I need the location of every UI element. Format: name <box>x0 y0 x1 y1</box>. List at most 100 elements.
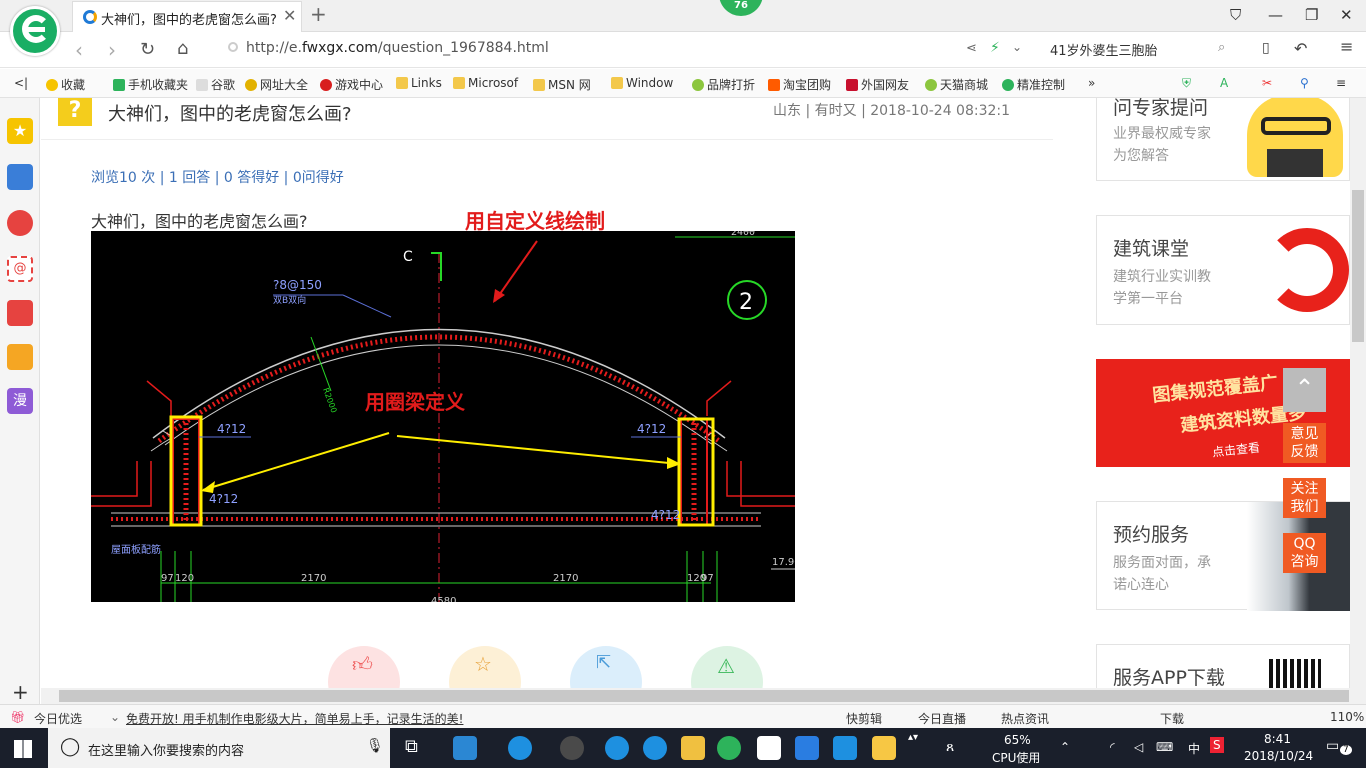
bookmark-item[interactable]: 外国网友 <box>846 76 909 93</box>
download-link[interactable]: 下载 <box>1160 710 1184 727</box>
close-tab-icon[interactable]: ✕ <box>283 6 296 25</box>
question-stats[interactable]: 浏览10 次 | 1 回答 | 0 答得好 | 0问得好 <box>91 167 344 187</box>
menu-icon[interactable]: ≡ <box>1336 76 1346 90</box>
scroll-thumb[interactable] <box>59 690 1349 702</box>
notification-badge[interactable]: 76 <box>719 0 763 16</box>
bookmark-item[interactable]: 品牌打折 <box>692 76 755 93</box>
url-field[interactable]: http://e.fwxgx.com/question_1967884.html <box>246 40 549 56</box>
taskbar-search[interactable]: ◯ 在这里输入你要搜索的内容 🎙︎ <box>48 728 390 768</box>
back-icon[interactable]: ‹ <box>75 38 83 62</box>
microphone-icon[interactable]: 🎙︎ <box>366 738 384 754</box>
menu-icon[interactable]: ≡ <box>1340 37 1353 56</box>
cad-drawing[interactable]: 2400 C 2 ?8@150 双B双向 R2000 4?12 4?12 4?1… <box>91 206 801 607</box>
flash-icon[interactable]: ⚡ <box>990 40 1000 56</box>
chevron-down-icon[interactable]: ⌄ <box>1012 40 1022 54</box>
hot-news-link[interactable]: 热点资讯 <box>1001 710 1049 727</box>
refresh-icon[interactable]: ↻ <box>140 39 155 60</box>
shirt-icon[interactable]: ⛉ <box>1230 6 1241 24</box>
bookmark-item[interactable]: Links <box>396 76 442 90</box>
tray-up-icon[interactable]: ⌃ <box>1060 740 1070 754</box>
translate-icon[interactable]: A <box>1220 76 1228 90</box>
task-view-icon[interactable]: ⧉ <box>405 736 429 760</box>
mail-icon[interactable]: @ <box>7 256 33 282</box>
bookmark-item[interactable]: 谷歌 <box>196 76 235 93</box>
bookmark-item[interactable]: 淘宝团购 <box>768 76 831 93</box>
restore-icon[interactable]: ❐ <box>1305 6 1318 24</box>
ime-indicator[interactable]: 中 <box>1188 740 1200 757</box>
volume-icon[interactable]: ◁ <box>1134 740 1143 754</box>
wifi-icon[interactable]: ◜ <box>1110 740 1115 754</box>
clock-date[interactable]: 2018/10/24 <box>1244 749 1313 763</box>
browser-logo[interactable] <box>10 6 60 56</box>
shield-icon[interactable]: ⛨ <box>1182 76 1191 91</box>
expert-card[interactable]: 问专家提问 业界最权威专家 为您解答 <box>1096 98 1350 181</box>
apps-icon[interactable] <box>7 164 33 190</box>
bookmark-item[interactable]: 手机收藏夹 <box>113 76 188 93</box>
feedback-button[interactable]: 意见 反馈 <box>1283 423 1326 463</box>
search-icon[interactable]: ⌕ <box>1218 40 1225 55</box>
keyboard-icon[interactable]: ⌨ <box>1156 740 1173 754</box>
zoom-level[interactable]: 110% <box>1330 710 1364 724</box>
browser-tab[interactable]: 大神们，图中的老虎窗怎么画? _ ✕ <box>72 1 302 32</box>
bookmark-item[interactable]: Window <box>611 76 673 90</box>
scissors-icon[interactable]: ✂ <box>1262 76 1272 90</box>
bookmark-item[interactable]: 网址大全 <box>245 76 308 93</box>
comic-icon[interactable]: 漫 <box>7 388 33 414</box>
sogou-icon[interactable]: S <box>1210 737 1224 753</box>
bookmark-item[interactable]: 精准控制 <box>1002 76 1065 93</box>
people-icon[interactable]: ጸ <box>946 739 954 755</box>
today-picks[interactable]: 今日优选 <box>34 710 82 727</box>
app-icon[interactable] <box>453 736 477 760</box>
quick-edit-link[interactable]: 快剪辑 <box>846 710 882 727</box>
new-tab-button[interactable]: + <box>310 2 327 26</box>
news-ticker[interactable]: 免费开放! 用手机制作电影级大片，简单易上手，记录生活的美! <box>126 710 463 727</box>
report-button[interactable]: ⚠ <box>691 646 763 688</box>
undo-icon[interactable]: ↶ <box>1294 39 1307 58</box>
phone-icon[interactable]: ▯ <box>1262 40 1270 56</box>
bookmark-item[interactable]: 天猫商城 <box>925 76 988 93</box>
edge-icon[interactable] <box>605 736 629 760</box>
follow-button[interactable]: 关注 我们 <box>1283 478 1326 518</box>
minimize-icon[interactable]: — <box>1268 6 1283 24</box>
favorite-button[interactable]: ☆ <box>449 646 521 688</box>
mail-icon[interactable] <box>757 736 781 760</box>
share-button[interactable]: ⇱ <box>570 646 642 688</box>
magnifier-icon[interactable]: ⚲ <box>1300 76 1309 90</box>
course-card[interactable]: 建筑课堂 建筑行业实训教 学第一平台 <box>1096 215 1350 325</box>
browser-360-icon[interactable] <box>717 736 741 760</box>
folder-icon[interactable] <box>681 736 705 760</box>
scroll-arrows-icon[interactable]: ▴▾ <box>908 732 918 743</box>
vertical-scrollbar[interactable] <box>1350 98 1366 688</box>
scroll-thumb[interactable] <box>1352 190 1364 342</box>
clock-time[interactable]: 8:41 <box>1264 732 1291 746</box>
forward-icon[interactable]: › <box>108 38 116 62</box>
qq-button[interactable]: QQ 咨询 <box>1283 533 1326 573</box>
like-button[interactable]: 👍︎ <box>328 646 400 688</box>
notification-icon[interactable]: ▭ <box>1326 738 1339 754</box>
close-window-icon[interactable]: ✕ <box>1340 6 1353 24</box>
live-link[interactable]: 今日直播 <box>918 710 966 727</box>
windows-start-icon[interactable] <box>14 740 32 758</box>
search-box[interactable]: 41岁外婆生三胞胎 ⌕ <box>1040 37 1240 61</box>
bookmark-item[interactable]: MSN 网 <box>533 76 591 93</box>
ie-icon[interactable] <box>508 736 532 760</box>
bookmark-item[interactable]: 游戏中心 <box>320 76 383 93</box>
more-bookmarks-icon[interactable]: » <box>1088 76 1095 90</box>
bookmark-item[interactable]: 收藏 <box>46 76 85 93</box>
app-icon[interactable] <box>560 736 584 760</box>
home-icon[interactable]: ⌂ <box>177 38 188 59</box>
notes-icon[interactable] <box>872 736 896 760</box>
notes-icon[interactable] <box>7 344 33 370</box>
bookmark-item[interactable]: Microsof <box>453 76 518 90</box>
app-icon[interactable] <box>795 736 819 760</box>
game-icon[interactable] <box>7 300 33 326</box>
app-icon[interactable] <box>833 736 857 760</box>
weibo-icon[interactable] <box>7 210 33 236</box>
app-card[interactable]: 服务APP下载 <box>1096 644 1350 688</box>
back-to-top-button[interactable]: ⌃ <box>1283 368 1326 412</box>
collapse-icon[interactable]: <| <box>14 76 28 90</box>
share-icon[interactable]: ⋖ <box>966 41 977 56</box>
horizontal-scrollbar[interactable] <box>41 688 1366 704</box>
add-sidebar-icon[interactable]: + <box>12 680 29 704</box>
favorites-icon[interactable]: ★ <box>7 118 33 144</box>
